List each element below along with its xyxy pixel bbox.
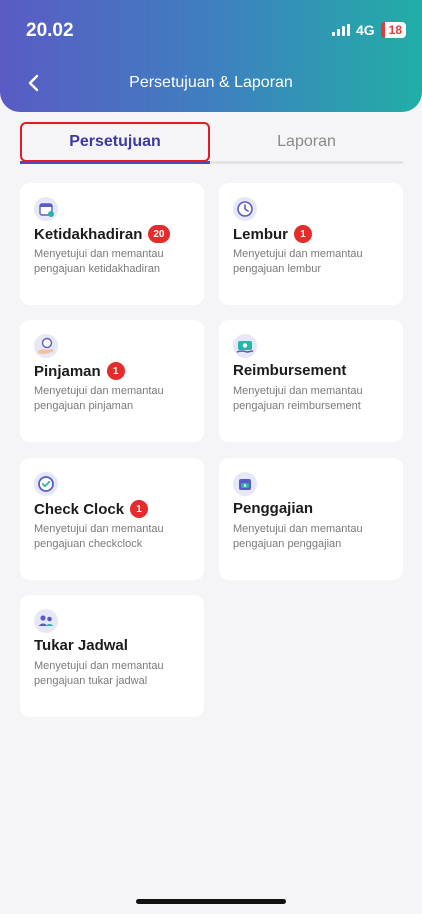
card-title: Reimbursement [233,362,347,379]
count-badge: 1 [130,500,149,518]
card-lembur[interactable]: Lembur 1 Menyetujui dan memantau pengaju… [219,183,403,305]
swap-schedule-icon [34,609,58,633]
card-title: Ketidakhadiran [34,225,143,243]
card-title: Check Clock [34,500,125,518]
card-penggajian[interactable]: Penggajian Menyetujui dan memantau penga… [219,458,403,580]
card-title: Penggajian [233,500,314,517]
card-description: Menyetujui dan memantau pengajuan reimbu… [233,385,363,412]
card-description: Menyetujui dan memantau pengajuan lembur [233,248,363,275]
count-badge: 1 [106,362,125,380]
count-badge: 20 [148,225,170,243]
tab-persetujuan[interactable]: Persetujuan [20,122,210,162]
tab-bar: Persetujuan Laporan [20,122,403,164]
card-tukar-jadwal[interactable]: Tukar Jadwal Menyetujui dan memantau pen… [20,595,204,717]
home-indicator[interactable] [136,899,286,904]
card-description: Menyetujui dan memantau pengajuan ketida… [34,248,164,275]
status-time: 20.02 [26,20,74,41]
status-indicators: 4G 18 [331,22,406,38]
money-icon [233,334,257,358]
page-title: Persetujuan & Laporan [129,74,293,91]
card-description: Menyetujui dan memantau pengajuan pengga… [233,523,363,550]
card-reimbursement[interactable]: Reimbursement Menyetujui dan memantau pe… [219,320,403,442]
card-title: Tukar Jadwal [34,637,128,654]
card-description: Menyetujui dan memantau pengajuan pinjam… [34,385,164,412]
card-check-clock[interactable]: Check Clock 1 Menyetujui dan memantau pe… [20,458,204,580]
tab-laporan[interactable]: Laporan [210,122,403,162]
card-title: Pinjaman [34,362,101,380]
network-label: 4G [355,22,375,38]
app-header: 20.02 4G 18 Persetujuan & Laporan [0,0,422,112]
signal-icon [331,24,350,36]
payroll-icon [233,472,257,496]
card-title: Lembur [233,225,289,243]
card-description: Menyetujui dan memantau pengajuan tukar … [34,660,164,687]
count-badge: 1 [294,225,313,243]
battery-icon: 18 [380,22,406,38]
card-description: Menyetujui dan memantau pengajuan checkc… [34,523,164,550]
calendar-icon [34,197,58,221]
check-clock-icon [34,472,58,496]
clock-icon [233,197,257,221]
loan-icon [34,334,58,358]
card-pinjaman[interactable]: Pinjaman 1 Menyetujui dan memantau penga… [20,320,204,442]
card-ketidakhadiran[interactable]: Ketidakhadiran 20 Menyetujui dan memanta… [20,183,204,305]
